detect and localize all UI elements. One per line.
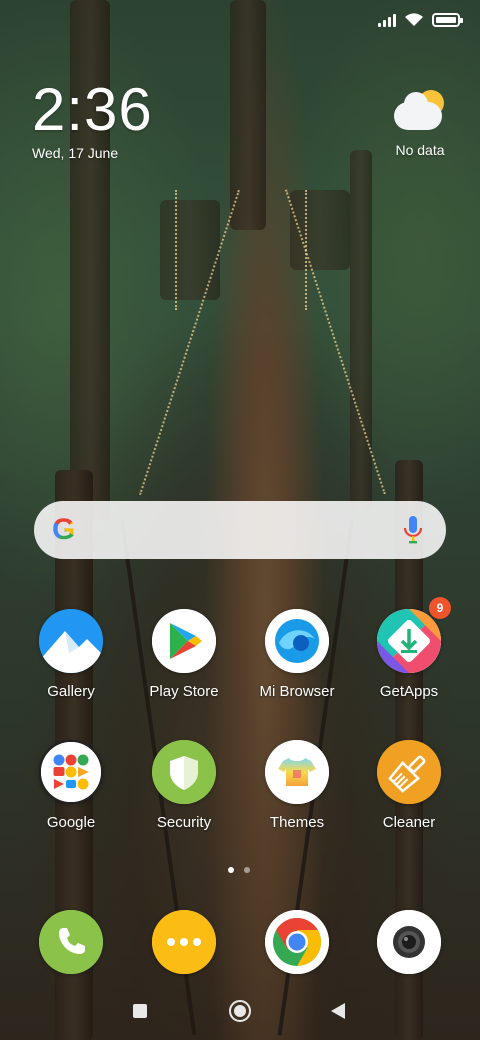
clock-date[interactable]: Wed, 17 June [32, 145, 118, 161]
notification-badge: 9 [429, 597, 451, 619]
microphone-icon[interactable] [402, 515, 424, 545]
camera-icon [377, 910, 441, 974]
dock-messaging[interactable] [129, 910, 239, 974]
getapps-icon [377, 609, 441, 673]
app-label: Play Store [149, 683, 219, 700]
app-cleaner[interactable]: Cleaner [354, 740, 464, 831]
app-gallery[interactable]: Gallery [16, 609, 126, 700]
app-security[interactable]: Security [129, 740, 239, 831]
app-label: Google [46, 814, 96, 831]
gallery-icon [39, 609, 103, 673]
app-play-store[interactable]: Play Store [129, 609, 239, 700]
weather-text: No data [395, 142, 445, 158]
messaging-icon [152, 910, 216, 974]
home-circle-icon[interactable] [229, 1000, 251, 1022]
page-indicator [228, 867, 250, 873]
cellular-signal-icon [378, 13, 396, 27]
phone-icon [39, 910, 103, 974]
themes-tshirt-icon [265, 740, 329, 804]
google-folder-icon [39, 740, 103, 804]
app-label: GetApps [379, 683, 439, 700]
partly-cloudy-icon [392, 88, 448, 134]
app-label: Gallery [47, 683, 95, 700]
app-google-folder[interactable]: Google [16, 740, 126, 831]
app-label: Security [156, 814, 212, 831]
dock-chrome[interactable] [242, 910, 352, 974]
recents-square-icon[interactable] [133, 1004, 147, 1018]
clock-time[interactable]: 2:36 [32, 80, 153, 140]
security-shield-icon [152, 740, 216, 804]
cleaner-brush-icon [377, 740, 441, 804]
google-search-bar[interactable]: G [34, 501, 446, 559]
battery-icon [432, 13, 463, 27]
wifi-icon [404, 13, 424, 27]
chrome-icon [265, 910, 329, 974]
app-getapps[interactable]: 9 GetApps [354, 597, 464, 700]
app-themes[interactable]: Themes [242, 740, 352, 831]
app-label: Mi Browser [259, 683, 335, 700]
app-mi-browser[interactable]: Mi Browser [242, 609, 352, 700]
app-label: Cleaner [382, 814, 436, 831]
dock-camera[interactable] [354, 910, 464, 974]
play-store-icon [152, 609, 216, 673]
weather-widget[interactable]: No data [390, 88, 450, 158]
status-bar [378, 8, 463, 32]
page-dot-active [228, 867, 234, 873]
google-logo-icon: G [52, 513, 76, 546]
back-triangle-icon[interactable] [331, 1003, 345, 1019]
navigation-bar [0, 998, 480, 1026]
mi-browser-icon [265, 609, 329, 673]
page-dot [244, 867, 250, 873]
dock-phone[interactable] [16, 910, 126, 974]
app-label: Themes [269, 814, 325, 831]
